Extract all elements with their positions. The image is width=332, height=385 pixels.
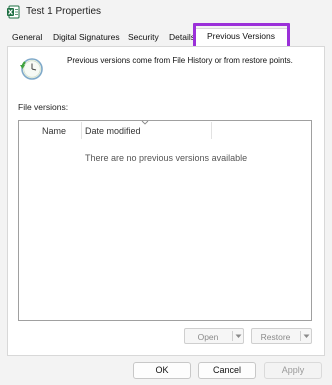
file-versions-list[interactable]: Name Date modified There are no previous… <box>18 120 312 321</box>
sort-chevron-icon <box>141 120 149 125</box>
cancel-button[interactable]: Cancel <box>198 362 256 379</box>
restore-button-label: Restore <box>260 332 291 342</box>
tab-general[interactable]: General <box>12 31 42 46</box>
tab-previous-versions[interactable]: Previous Versions <box>194 28 288 46</box>
apply-button[interactable]: Apply <box>264 362 322 379</box>
ok-button[interactable]: OK <box>133 362 191 379</box>
chevron-down-icon[interactable] <box>303 334 310 339</box>
column-divider[interactable] <box>81 122 82 139</box>
excel-file-icon <box>7 5 20 19</box>
open-button-label: Open <box>197 332 219 342</box>
column-header-name[interactable]: Name <box>42 126 66 136</box>
restore-button[interactable]: Restore <box>251 328 312 344</box>
previous-versions-description: Previous versions come from File History… <box>67 56 293 65</box>
column-header-date-modified[interactable]: Date modified <box>85 126 141 136</box>
tab-details[interactable]: Details <box>169 31 195 46</box>
open-button[interactable]: Open <box>184 328 244 344</box>
file-history-clock-icon <box>20 58 43 80</box>
chevron-down-icon[interactable] <box>235 334 242 339</box>
window-title: Test 1 Properties <box>26 6 102 17</box>
column-divider[interactable] <box>211 122 212 139</box>
split-separator <box>300 331 301 341</box>
tab-security[interactable]: Security <box>128 31 159 46</box>
title-bar: Test 1 Properties <box>0 0 332 24</box>
empty-list-message: There are no previous versions available <box>85 153 248 163</box>
split-separator <box>232 331 233 341</box>
tab-strip: General Digital Signatures Security Deta… <box>0 28 332 46</box>
file-versions-label: File versions: <box>18 102 69 112</box>
tab-digital-signatures[interactable]: Digital Signatures <box>53 31 120 46</box>
